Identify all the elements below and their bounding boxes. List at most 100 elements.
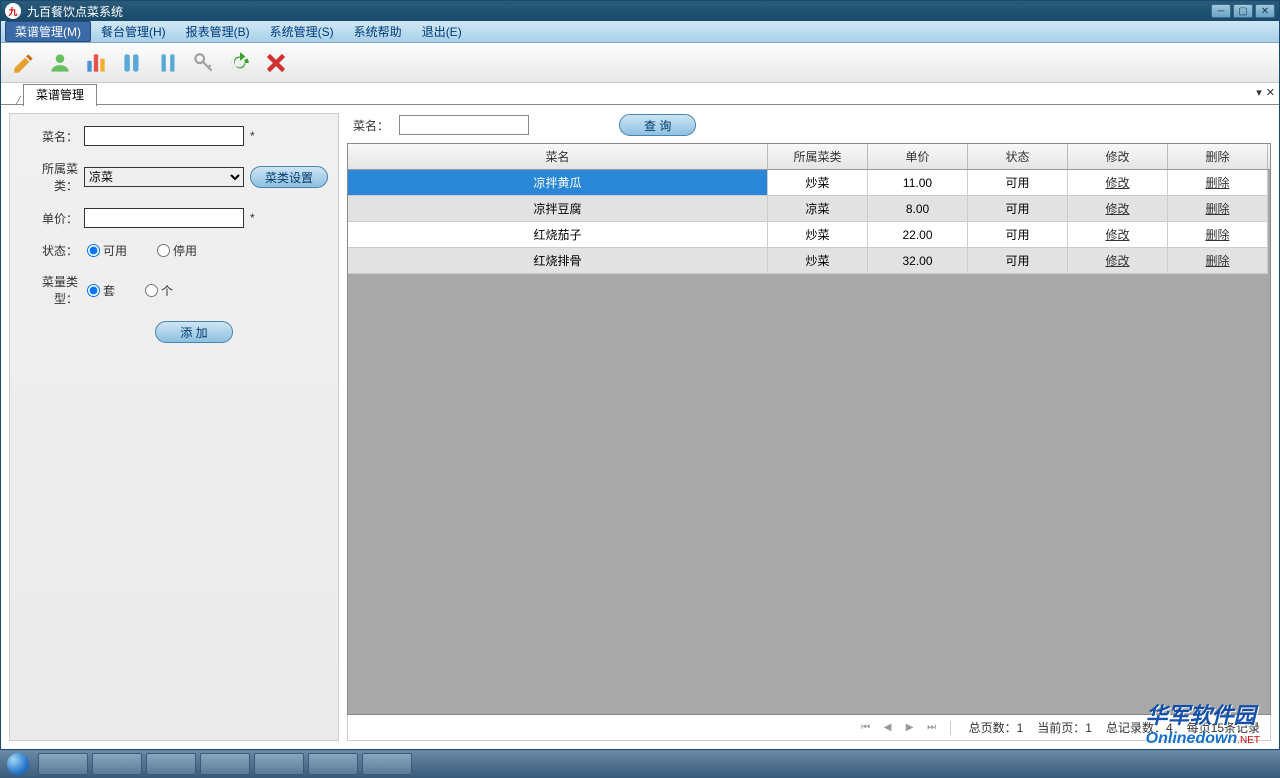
col-status[interactable]: 状态	[968, 144, 1068, 169]
key-icon[interactable]	[189, 48, 219, 78]
cell-edit[interactable]: 修改	[1068, 170, 1168, 196]
pager-total-records: 总记录数：4	[1106, 719, 1173, 736]
taskbar-item[interactable]	[362, 753, 412, 775]
app-logo-icon: 九	[5, 3, 21, 19]
menu-report[interactable]: 报表管理(B)	[176, 21, 260, 42]
menu-system[interactable]: 系统管理(S)	[260, 21, 344, 42]
cell-status: 可用	[968, 196, 1068, 222]
tab-strip: 菜谱管理 ▾ ✕	[1, 83, 1279, 105]
user-icon[interactable]	[45, 48, 75, 78]
cell-delete[interactable]: 删除	[1168, 170, 1268, 196]
name-input[interactable]	[84, 126, 244, 146]
price-input[interactable]	[84, 208, 244, 228]
chart-icon[interactable]	[81, 48, 111, 78]
taskbar-item[interactable]	[308, 753, 358, 775]
search-name-label: 菜名：	[353, 117, 389, 134]
menu-recipe[interactable]: 菜谱管理(M)	[5, 21, 91, 42]
cell-delete[interactable]: 删除	[1168, 196, 1268, 222]
cell-name: 红烧排骨	[348, 248, 768, 274]
taskbar-item[interactable]	[254, 753, 304, 775]
tab-close-icon[interactable]: ✕	[1266, 86, 1275, 99]
data-grid: 菜名 所属菜类 单价 状态 修改 删除 凉拌黄瓜炒菜11.00可用修改删除凉拌豆…	[347, 143, 1271, 715]
cell-name: 凉拌黄瓜	[348, 170, 768, 196]
required-mark: *	[250, 129, 255, 143]
cell-price: 11.00	[868, 170, 968, 196]
edit-icon[interactable]	[9, 48, 39, 78]
col-category[interactable]: 所属菜类	[768, 144, 868, 169]
table-row[interactable]: 凉拌豆腐凉菜8.00可用修改删除	[348, 196, 1270, 222]
cell-category: 炒菜	[768, 170, 868, 196]
qty-label: 菜量类型：	[20, 273, 78, 307]
cell-price: 22.00	[868, 222, 968, 248]
taskbar	[0, 750, 1280, 778]
taskbar-item[interactable]	[92, 753, 142, 775]
delete-icon[interactable]	[261, 48, 291, 78]
search-button[interactable]: 查 询	[619, 114, 696, 136]
minimize-button[interactable]: ─	[1211, 4, 1231, 18]
page-last-icon[interactable]: ⏭	[924, 720, 940, 736]
table-row[interactable]: 红烧排骨炒菜32.00可用修改删除	[348, 248, 1270, 274]
taskbar-item[interactable]	[200, 753, 250, 775]
col-price[interactable]: 单价	[868, 144, 968, 169]
titlebar: 九 九百餐饮点菜系统 ─ ▢ ✕	[1, 1, 1279, 21]
pager-current-page: 当前页：1	[1037, 719, 1092, 736]
page-first-icon[interactable]: ⏮	[858, 720, 874, 736]
start-button[interactable]	[0, 750, 36, 778]
cell-price: 32.00	[868, 248, 968, 274]
cell-delete[interactable]: 删除	[1168, 222, 1268, 248]
app-window: 九 九百餐饮点菜系统 ─ ▢ ✕ 菜谱管理(M) 餐台管理(H) 报表管理(B)…	[0, 0, 1280, 750]
name-label: 菜名：	[20, 128, 78, 145]
tab-dropdown-icon[interactable]: ▾	[1256, 86, 1262, 99]
workarea: 菜名： * 所属菜类： 凉菜 菜类设置 单价： * 状态： 可用 停用	[1, 105, 1279, 749]
add-button[interactable]: 添 加	[155, 321, 232, 343]
cell-category: 炒菜	[768, 248, 868, 274]
close-window-button[interactable]: ✕	[1255, 4, 1275, 18]
cell-status: 可用	[968, 222, 1068, 248]
cell-category: 炒菜	[768, 222, 868, 248]
menubar: 菜谱管理(M) 餐台管理(H) 报表管理(B) 系统管理(S) 系统帮助 退出(…	[1, 21, 1279, 43]
page-prev-icon[interactable]: ◀	[880, 720, 896, 736]
search-name-input[interactable]	[399, 115, 529, 135]
pause-icon[interactable]	[153, 48, 183, 78]
col-edit[interactable]: 修改	[1068, 144, 1168, 169]
status-label: 状态：	[20, 242, 78, 259]
form-panel: 菜名： * 所属菜类： 凉菜 菜类设置 单价： * 状态： 可用 停用	[9, 113, 339, 741]
cell-edit[interactable]: 修改	[1068, 248, 1168, 274]
status-disabled-radio[interactable]: 停用	[157, 242, 197, 259]
cell-delete[interactable]: 删除	[1168, 248, 1268, 274]
grid-area: 菜名： 查 询 菜名 所属菜类 单价 状态 修改 删除 凉拌黄瓜炒菜11.00可…	[347, 113, 1271, 741]
col-delete[interactable]: 删除	[1168, 144, 1268, 169]
window-title: 九百餐饮点菜系统	[27, 3, 1211, 20]
qty-single-radio[interactable]: 个	[145, 282, 173, 299]
category-settings-button[interactable]: 菜类设置	[250, 166, 328, 188]
cell-status: 可用	[968, 170, 1068, 196]
tab-recipe-management[interactable]: 菜谱管理	[23, 84, 97, 106]
pager-total-pages: 总页数：1	[969, 719, 1024, 736]
category-label: 所属菜类：	[20, 160, 78, 194]
grid-header: 菜名 所属菜类 单价 状态 修改 删除	[348, 144, 1270, 170]
qty-set-radio[interactable]: 套	[87, 282, 115, 299]
cell-category: 凉菜	[768, 196, 868, 222]
table-row[interactable]: 凉拌黄瓜炒菜11.00可用修改删除	[348, 170, 1270, 196]
refresh-icon[interactable]	[225, 48, 255, 78]
columns-icon[interactable]	[117, 48, 147, 78]
status-available-radio[interactable]: 可用	[87, 242, 127, 259]
taskbar-item[interactable]	[146, 753, 196, 775]
required-mark: *	[250, 211, 255, 225]
menu-table[interactable]: 餐台管理(H)	[91, 21, 176, 42]
maximize-button[interactable]: ▢	[1233, 4, 1253, 18]
cell-price: 8.00	[868, 196, 968, 222]
cell-edit[interactable]: 修改	[1068, 196, 1168, 222]
menu-help[interactable]: 系统帮助	[344, 21, 412, 42]
taskbar-item[interactable]	[38, 753, 88, 775]
cell-edit[interactable]: 修改	[1068, 222, 1168, 248]
search-bar: 菜名： 查 询	[347, 113, 1271, 143]
table-row[interactable]: 红烧茄子炒菜22.00可用修改删除	[348, 222, 1270, 248]
menu-exit[interactable]: 退出(E)	[412, 21, 472, 42]
page-next-icon[interactable]: ▶	[902, 720, 918, 736]
cell-status: 可用	[968, 248, 1068, 274]
category-select[interactable]: 凉菜	[84, 167, 244, 187]
col-name[interactable]: 菜名	[348, 144, 768, 169]
window-controls: ─ ▢ ✕	[1211, 4, 1275, 18]
grid-body: 凉拌黄瓜炒菜11.00可用修改删除凉拌豆腐凉菜8.00可用修改删除红烧茄子炒菜2…	[348, 170, 1270, 274]
